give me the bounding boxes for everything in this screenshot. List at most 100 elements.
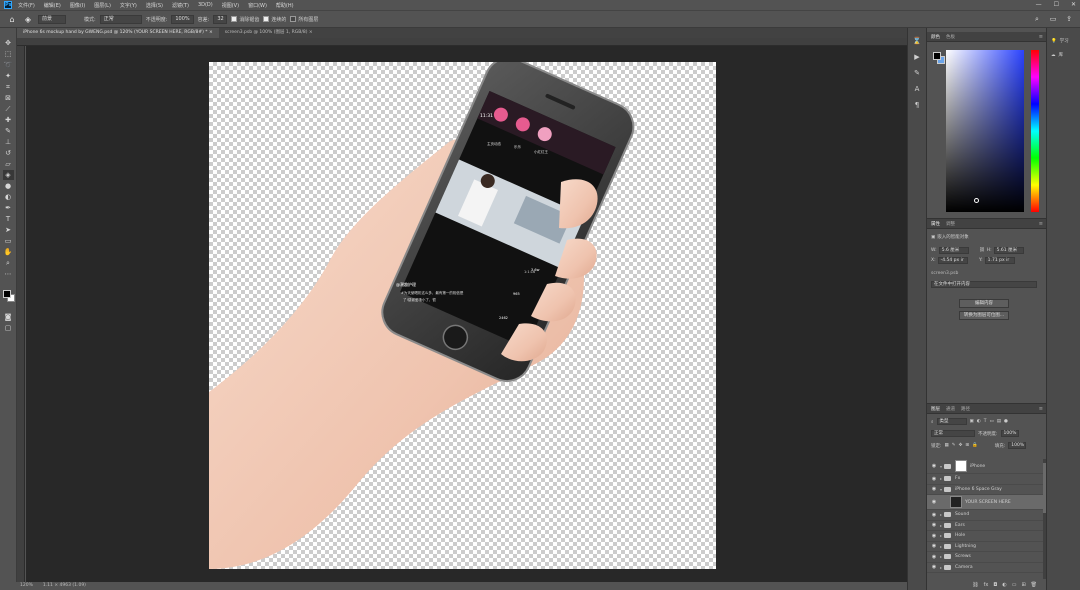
- hue-slider[interactable]: [1031, 50, 1039, 212]
- zoom-level[interactable]: 120%: [20, 582, 33, 590]
- lock-transparency-icon[interactable]: ▦: [945, 443, 949, 448]
- menu-type[interactable]: 文字(Y): [120, 2, 137, 9]
- workspace-icon[interactable]: ▭: [1048, 14, 1058, 24]
- healing-tool-icon[interactable]: ✚: [3, 115, 14, 125]
- layer-row[interactable]: ◉ ▾ iPhone 6 Space Gray: [927, 485, 1043, 495]
- adjustment-layer-icon[interactable]: ◐: [1002, 582, 1006, 590]
- stamp-tool-icon[interactable]: ⊥: [3, 137, 14, 147]
- mode-select[interactable]: 正常: [99, 14, 142, 24]
- filter-type-icon[interactable]: T: [984, 419, 987, 424]
- height-input[interactable]: 5.61 厘米: [993, 247, 1024, 254]
- actions-panel-icon[interactable]: ▶: [912, 52, 923, 63]
- layer-row[interactable]: ◉ ▸ Screws: [927, 552, 1043, 563]
- link-layers-icon[interactable]: ⛓: [972, 582, 978, 590]
- minimize-button[interactable]: —: [1036, 0, 1042, 10]
- shape-tool-icon[interactable]: ▭: [3, 236, 14, 246]
- paragraph-panel-icon[interactable]: ¶: [912, 100, 923, 111]
- learn-panel-button[interactable]: 💡 学习: [1047, 34, 1080, 48]
- menu-help[interactable]: 帮助(H): [276, 2, 294, 9]
- menu-select[interactable]: 选择(S): [146, 2, 163, 9]
- paint-bucket-tool-icon[interactable]: ◈: [2, 170, 14, 180]
- tab-layers[interactable]: 图层: [931, 406, 940, 412]
- blur-tool-icon[interactable]: ●: [3, 181, 14, 191]
- move-tool-icon[interactable]: ✥: [3, 38, 14, 48]
- crop-tool-icon[interactable]: ⌗: [3, 82, 14, 92]
- opacity-input[interactable]: 100%: [171, 14, 194, 24]
- tab-paths[interactable]: 路径: [961, 406, 970, 412]
- layer-row[interactable]: ◉ ▸ Ears: [927, 521, 1043, 531]
- eye-icon[interactable]: ◉: [930, 564, 938, 570]
- menu-filter[interactable]: 滤镜(T): [172, 2, 189, 9]
- fill-input[interactable]: 100%: [1008, 442, 1027, 449]
- eye-icon[interactable]: ◉: [930, 533, 938, 539]
- add-mask-icon[interactable]: ◘: [993, 582, 997, 590]
- tab-swatches[interactable]: 色板: [946, 34, 955, 40]
- eraser-tool-icon[interactable]: ▱: [3, 159, 14, 169]
- convert-to-layers-button[interactable]: 转换为图层可位图...: [959, 311, 1009, 320]
- filter-shape-icon[interactable]: ▭: [989, 419, 993, 424]
- tab-color[interactable]: 颜色: [931, 34, 940, 40]
- eye-icon[interactable]: ◉: [930, 543, 938, 549]
- vertical-ruler[interactable]: [17, 46, 25, 582]
- new-group-icon[interactable]: ▭: [1012, 582, 1017, 590]
- lasso-tool-icon[interactable]: ➰: [3, 60, 14, 70]
- quick-mask-icon[interactable]: ◙: [3, 312, 14, 322]
- maximize-button[interactable]: ☐: [1054, 0, 1059, 10]
- zoom-tool-icon[interactable]: ⌕: [3, 258, 14, 268]
- tab-channels[interactable]: 通道: [946, 406, 955, 412]
- menu-window[interactable]: 窗口(W): [248, 2, 267, 9]
- hand-tool-icon[interactable]: ✋: [3, 247, 14, 257]
- libraries-panel-button[interactable]: ☁ 库: [1047, 48, 1080, 62]
- eye-icon[interactable]: ◉: [930, 512, 938, 518]
- tab-screen3[interactable]: screen3.psb @ 100% (图层 1, RGB/8) ×: [219, 28, 319, 38]
- history-panel-icon[interactable]: ⌛: [912, 36, 923, 47]
- search-icon[interactable]: ⌕: [1032, 14, 1042, 24]
- eye-icon[interactable]: ◉: [930, 522, 938, 528]
- paint-bucket-icon[interactable]: ◈: [22, 13, 34, 25]
- eye-icon[interactable]: ◉: [930, 463, 938, 469]
- screen-mode-icon[interactable]: ▢: [3, 323, 14, 333]
- contiguous-checkbox[interactable]: 连续的: [263, 15, 286, 23]
- menu-edit[interactable]: 编辑(E): [44, 2, 61, 9]
- magic-wand-tool-icon[interactable]: ✦: [3, 71, 14, 81]
- eye-icon[interactable]: ◉: [930, 486, 938, 492]
- eye-icon[interactable]: ◉: [930, 499, 938, 505]
- edit-contents-button[interactable]: 编辑内容: [959, 299, 1009, 308]
- color-field[interactable]: [946, 50, 1024, 212]
- panel-menu-icon[interactable]: ≡: [1039, 406, 1043, 412]
- blend-mode-select[interactable]: 正常: [931, 430, 975, 437]
- menu-file[interactable]: 文件(F): [18, 2, 35, 9]
- open-contents-box[interactable]: 在文件中打开内容: [931, 281, 1037, 288]
- horizontal-ruler[interactable]: [17, 38, 907, 46]
- lock-pixels-icon[interactable]: ✎: [952, 443, 956, 448]
- lock-artboard-icon[interactable]: ⊞: [965, 443, 969, 448]
- layer-row[interactable]: ◉ ▸ Lightning: [927, 542, 1043, 552]
- eye-icon[interactable]: ◉: [930, 554, 938, 560]
- filter-toggle-icon[interactable]: ●: [1004, 419, 1008, 424]
- layer-kind-select[interactable]: 类型: [936, 418, 967, 425]
- layer-row[interactable]: ◉ ▸ Hole: [927, 531, 1043, 542]
- share-icon[interactable]: ⇪: [1064, 14, 1074, 24]
- menu-image[interactable]: 图像(I): [70, 2, 85, 9]
- layer-row[interactable]: ◉ ▸ Camera: [927, 563, 1043, 573]
- type-tool-icon[interactable]: T: [3, 214, 14, 224]
- link-icon[interactable]: ⛓: [979, 248, 985, 253]
- menu-view[interactable]: 视图(V): [222, 2, 239, 9]
- eyedropper-tool-icon[interactable]: ⟋: [3, 104, 14, 114]
- x-input[interactable]: -4.54 px ir: [937, 257, 968, 264]
- lock-position-icon[interactable]: ✥: [959, 443, 963, 448]
- brush-settings-icon[interactable]: ✎: [912, 68, 923, 79]
- layer-row[interactable]: ◉ ▸ Fx: [927, 474, 1043, 485]
- lock-all-icon[interactable]: 🔒: [972, 443, 978, 448]
- marquee-tool-icon[interactable]: ⬚: [3, 49, 14, 59]
- tab-iphone-mockup[interactable]: iPhone 6s mockup hand by GWENG.psd @ 120…: [17, 28, 219, 38]
- character-panel-icon[interactable]: A: [912, 84, 923, 95]
- delete-layer-icon[interactable]: 🗑: [1031, 582, 1037, 590]
- menu-layer[interactable]: 图层(L): [94, 2, 111, 9]
- filter-pixel-icon[interactable]: ▣: [970, 419, 974, 424]
- antialias-checkbox[interactable]: 消除锯齿: [231, 15, 259, 23]
- fill-source-select[interactable]: 前景: [38, 14, 66, 24]
- history-brush-icon[interactable]: ↺: [3, 148, 14, 158]
- layer-row[interactable]: ◉ ▸ Sound: [927, 510, 1043, 521]
- filter-adjust-icon[interactable]: ◐: [977, 419, 981, 424]
